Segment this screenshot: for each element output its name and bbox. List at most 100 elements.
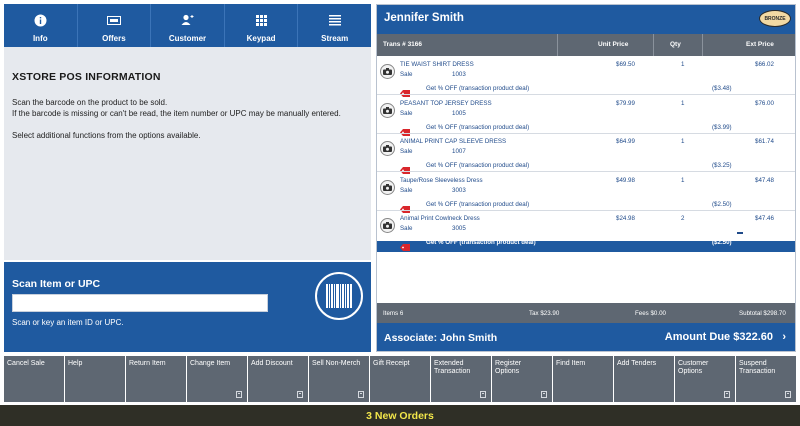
tab-info[interactable]: Info (4, 4, 78, 53)
info-panel: XSTORE POS INFORMATION Scan the barcode … (4, 47, 371, 260)
discount-amount: ($3.99) (712, 123, 732, 131)
associate-bar[interactable]: Associate: John Smith Amount Due $322.60… (377, 323, 795, 351)
submenu-icon (236, 391, 242, 398)
table-header: Trans # 3166 Unit Price Qty Ext Price (377, 34, 795, 56)
tab-keypad[interactable]: Keypad (225, 4, 299, 47)
menu-button-6[interactable]: Gift Receipt (370, 356, 430, 402)
menu-button-3[interactable]: Change Item (187, 356, 247, 402)
ext-price: $66.02 (755, 61, 774, 68)
tab-offers[interactable]: Offers (78, 4, 152, 47)
item-sku: 1005 (452, 109, 466, 117)
item-sku: 3003 (452, 186, 466, 194)
left-panel: Info Offers Customer Keypad Stream XSTOR… (4, 4, 371, 352)
discount-amount: ($2.50) (712, 239, 732, 246)
amount-due: Amount Due $322.60 (664, 331, 773, 343)
scan-input[interactable] (12, 294, 268, 312)
item-sku: 3005 (452, 225, 466, 232)
product-image-icon[interactable] (380, 179, 395, 195)
menu-button-label: Find Item (556, 360, 586, 367)
tab-customer[interactable]: Customer (151, 4, 225, 47)
scan-title: Scan Item or UPC (12, 278, 101, 290)
keypad-icon (253, 12, 269, 28)
info-text-2: If the barcode is missing or can't be re… (12, 109, 341, 118)
deal-description: Get % OFF (transaction product deal) (426, 239, 536, 246)
menu-button-label: Help (68, 360, 83, 367)
menu-button-12[interactable]: Suspend Transaction (736, 356, 796, 402)
tab-stream[interactable]: Stream (298, 4, 371, 47)
product-image-icon[interactable] (380, 102, 395, 118)
submenu-icon (724, 391, 730, 398)
item-sku: 1007 (452, 148, 466, 155)
discount-tag-icon (400, 238, 410, 251)
item-name[interactable]: TIE WAIST SHIRT DRESS (400, 61, 474, 68)
menu-button-label: Suspend (739, 360, 767, 367)
ext-price: $61.74 (755, 138, 774, 145)
product-image-icon[interactable] (380, 218, 395, 233)
ext-price: $47.48 (755, 176, 774, 184)
discount-amount: ($3.48) (712, 85, 732, 92)
menu-button-label: Extended (434, 360, 464, 367)
menu-button-label: Cancel Sale (7, 360, 45, 367)
deal-description: Get % OFF (transaction product deal) (426, 162, 530, 169)
menu-button-label-2: Transaction (739, 368, 776, 375)
submenu-icon (358, 391, 364, 398)
tab-label: Keypad (246, 34, 276, 43)
menu-button-11[interactable]: Customer Options (675, 356, 735, 402)
item-name[interactable]: Animal Print Cowlneck Dress (400, 215, 480, 222)
barcode-scan-icon[interactable] (315, 272, 363, 320)
product-image-icon[interactable] (380, 64, 395, 79)
info-title: XSTORE POS INFORMATION (12, 71, 161, 83)
menu-button-5[interactable]: Sell Non-Merch (309, 356, 369, 402)
scan-panel: Scan Item or UPC Scan or key an item ID … (4, 262, 371, 352)
submenu-icon (480, 391, 486, 398)
discount-amount: ($3.25) (712, 162, 732, 169)
item-name[interactable]: PEASANT TOP JERSEY DRESS (400, 100, 492, 107)
item-type: Sale (400, 225, 413, 232)
unit-price: $24.98 (616, 215, 635, 222)
unit-price: $49.98 (616, 176, 635, 184)
trans-number: Trans # 3166 (383, 41, 423, 48)
discount-amount: ($2.50) (712, 200, 732, 208)
item-name[interactable]: Taupe/Rose Sleeveless Dress (400, 177, 483, 184)
menu-button-0[interactable]: Cancel Sale (4, 356, 64, 402)
menu-button-4[interactable]: Add Discount (248, 356, 308, 402)
row-divider (377, 94, 795, 95)
add-user-icon (179, 12, 195, 28)
menu-button-1[interactable]: Help (65, 356, 125, 402)
ext-price: $76.00 (755, 99, 774, 107)
menu-button-label: Customer (678, 360, 709, 367)
menu-button-label: Add Discount (251, 360, 293, 367)
deal-description: Get % OFF (transaction product deal) (426, 85, 530, 92)
menu-button-9[interactable]: Find Item (553, 356, 613, 402)
item-type: Sale (400, 148, 413, 155)
item-qty: 1 (681, 138, 685, 145)
line-items: TIE WAIST SHIRT DRESS Sale 1003 $69.50 1 $66.… (377, 56, 795, 252)
discount-tag-icon (400, 123, 410, 136)
info-text-1: Scan the barcode on the product to be so… (12, 98, 168, 107)
unit-price: $69.50 (616, 61, 635, 68)
menu-button-7[interactable]: Extended Transaction (431, 356, 491, 402)
menu-button-10[interactable]: Add Tenders (614, 356, 674, 402)
customer-header: Jennifer Smith BRONZE (377, 5, 795, 34)
fees-total: Fees $0.00 (635, 310, 666, 317)
status-bar[interactable]: 3 New Orders (0, 405, 800, 426)
item-qty: 1 (681, 176, 685, 184)
item-sku: 1003 (452, 71, 466, 78)
totals-bar: Items 6 Tax $23.90 Fees $0.00 Subtotal $… (377, 303, 795, 323)
menu-button-label-2: Options (495, 368, 520, 375)
unit-price: $79.99 (616, 99, 635, 107)
item-type: Sale (400, 71, 413, 78)
list-icon (327, 12, 343, 28)
scroll-marker (737, 232, 743, 234)
menu-button-label: Add Tenders (617, 360, 657, 367)
submenu-icon (541, 391, 547, 398)
menu-button-label-2: Transaction (434, 368, 471, 375)
product-image-icon[interactable] (380, 141, 395, 156)
menu-button-label: Return Item (129, 360, 166, 367)
menu-button-8[interactable]: Register Options (492, 356, 552, 402)
menu-button-label: Change Item (190, 360, 231, 367)
item-name[interactable]: ANIMAL PRINT CAP SLEEVE DRESS (400, 138, 506, 145)
customer-name[interactable]: Jennifer Smith (384, 12, 464, 24)
menu-button-2[interactable]: Return Item (126, 356, 186, 402)
menu-button-label: Register (495, 360, 522, 367)
